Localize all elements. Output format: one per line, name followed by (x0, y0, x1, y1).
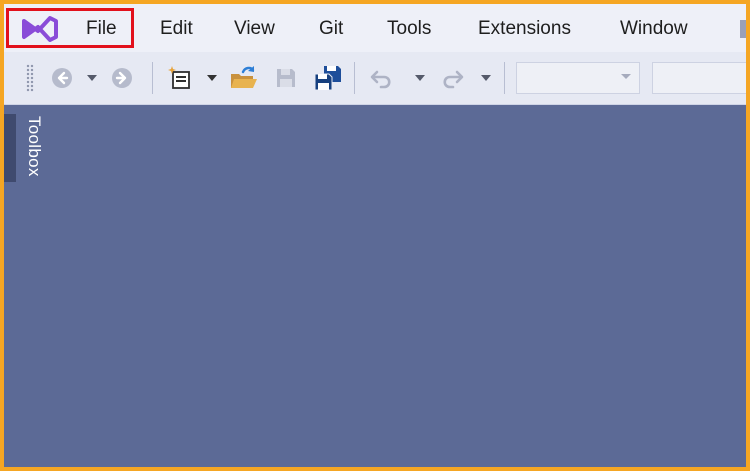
toolbar-separator (504, 62, 505, 94)
menu-item-extensions[interactable]: Extensions (478, 18, 571, 40)
redo-icon[interactable] (436, 64, 468, 92)
open-file-icon[interactable] (228, 64, 260, 92)
editor-workspace (48, 105, 746, 467)
menu-bar: File Edit View Git Tools Extensions Wind… (4, 4, 746, 52)
solution-configuration-combo[interactable] (516, 62, 640, 94)
save-icon[interactable] (270, 64, 302, 92)
redo-dropdown-icon[interactable] (478, 64, 494, 92)
navigate-forward-icon[interactable] (108, 64, 136, 92)
new-project-icon[interactable] (164, 64, 196, 92)
navigate-back-dropdown-icon[interactable] (84, 64, 100, 92)
visual-studio-window: File Edit View Git Tools Extensions Wind… (4, 4, 746, 467)
standard-toolbar (4, 52, 746, 105)
toolbar-separator (354, 62, 355, 94)
toolbox-tab-indicator[interactable] (4, 114, 16, 182)
new-project-dropdown-icon[interactable] (204, 64, 220, 92)
menu-item-edit[interactable]: Edit (160, 18, 193, 40)
menu-overflow-indicator (740, 20, 746, 38)
navigate-back-icon[interactable] (48, 64, 76, 92)
undo-icon[interactable] (366, 64, 398, 92)
solution-platform-combo[interactable] (652, 62, 746, 94)
menu-item-git[interactable]: Git (319, 18, 343, 40)
save-all-icon[interactable] (310, 64, 346, 92)
grip-handle-icon[interactable] (26, 64, 34, 92)
menu-item-tools[interactable]: Tools (387, 18, 431, 40)
menu-item-view[interactable]: View (234, 18, 275, 40)
file-menu-highlight-box (6, 8, 134, 48)
chevron-down-icon (621, 74, 631, 79)
toolbar-separator (152, 62, 153, 94)
undo-dropdown-icon[interactable] (412, 64, 428, 92)
toolbox-tab-label[interactable]: Toolbox (24, 116, 44, 177)
menu-item-window[interactable]: Window (620, 18, 688, 40)
